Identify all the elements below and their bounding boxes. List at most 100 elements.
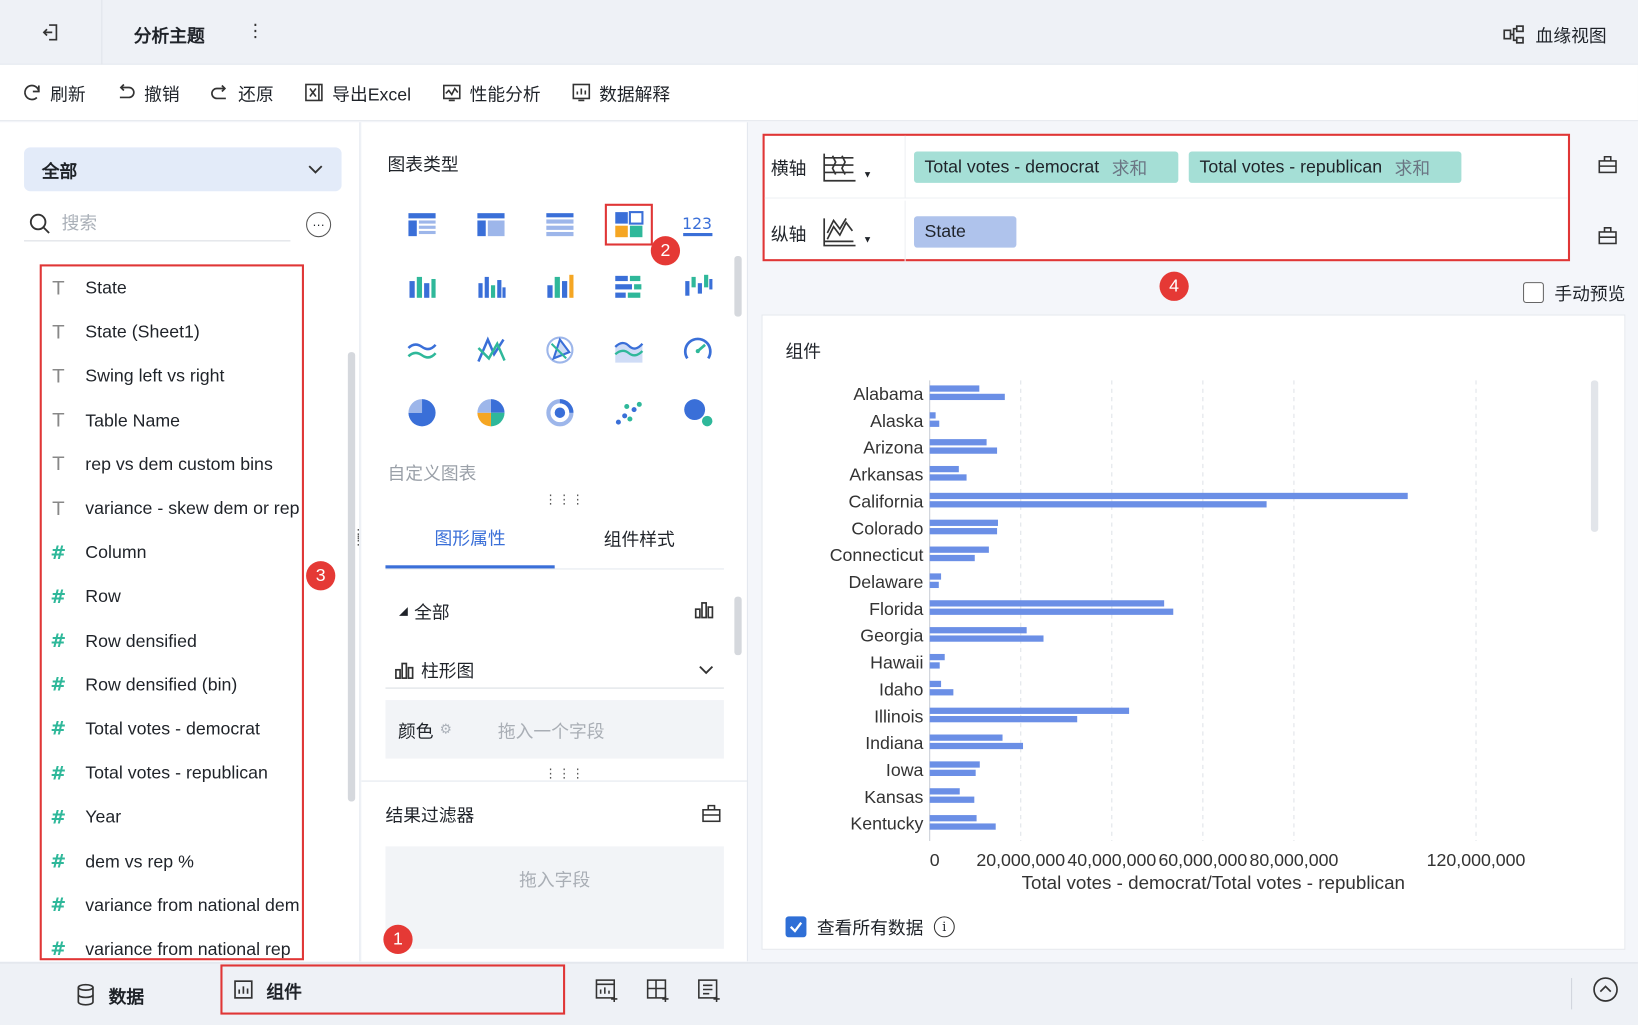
field-item[interactable]: # Column <box>42 531 302 575</box>
field-item[interactable]: # Year <box>42 795 302 839</box>
chart-type-table[interactable] <box>388 193 457 256</box>
lineage-view-button[interactable]: 血缘视图 <box>1502 21 1607 47</box>
resize-handle-top[interactable]: ⋮⋮⋮ <box>544 493 585 506</box>
field-name: Year <box>85 807 122 827</box>
field-item[interactable]: # Total votes - democrat <box>42 707 302 751</box>
y-field-pill-state[interactable]: State <box>914 216 1017 248</box>
field-name: Swing left vs right <box>85 366 225 387</box>
more-menu-icon[interactable]: ⋮ <box>247 21 265 42</box>
chart-type-range[interactable] <box>663 256 732 319</box>
filter-drop-zone[interactable]: 拖入字段 <box>385 846 724 949</box>
collapse-up-icon[interactable] <box>1592 976 1619 1003</box>
tab-component-style[interactable]: 组件样式 <box>555 507 724 569</box>
text-field-icon: T <box>52 409 65 432</box>
chart-type-gauge[interactable] <box>663 319 732 382</box>
text-field-icon: T <box>52 277 65 300</box>
field-item[interactable]: T Swing left vs right <box>42 355 302 399</box>
search-input[interactable] <box>61 212 271 234</box>
x-axis-type-button[interactable]: ▼ <box>821 151 905 182</box>
bar-chart-small-icon[interactable] <box>694 599 715 625</box>
chart-subtype-select[interactable]: 柱形图 <box>385 651 724 689</box>
data-explain-button[interactable]: 数据解释 <box>570 79 670 105</box>
filter-settings-icon[interactable] <box>701 802 722 828</box>
chart-type-scrollbar[interactable] <box>734 256 742 317</box>
custom-chart-label[interactable]: 自定义图表 <box>388 459 477 485</box>
chart-type-pivot[interactable] <box>456 193 525 256</box>
field-more-icon[interactable]: ··· <box>306 212 332 238</box>
x-field-pill-democrat[interactable]: Total votes - democrat 求和 <box>914 150 1179 183</box>
redo-button[interactable]: 还原 <box>209 79 274 105</box>
chart-type-line[interactable] <box>388 319 457 382</box>
chart-type-pie[interactable] <box>388 381 457 444</box>
export-excel-button[interactable]: 导出Excel <box>303 79 411 105</box>
category-select[interactable]: 全部 <box>24 147 342 192</box>
view-all-data-toggle[interactable]: 查看所有数据 i <box>785 913 955 939</box>
performance-label: 性能分析 <box>469 84 541 105</box>
field-item[interactable]: T State <box>42 266 302 310</box>
chart-type-grouped-bar[interactable] <box>388 256 457 319</box>
color-label: 颜色 <box>397 721 434 742</box>
chart-type-detail-table[interactable] <box>525 193 594 256</box>
field-item[interactable]: # Row densified <box>42 619 302 663</box>
add-filter-component-icon[interactable] <box>645 977 672 1004</box>
field-item[interactable]: # dem vs rep % <box>42 840 302 884</box>
tab-graph-properties[interactable]: 图形属性 <box>385 507 555 569</box>
chart-type-multi-pie[interactable] <box>456 381 525 444</box>
x-axis-settings-icon[interactable] <box>1592 133 1623 196</box>
property-scrollbar[interactable] <box>734 596 742 656</box>
panel-splitter[interactable]: ⋮ ⋮ <box>352 528 366 547</box>
y-axis-type-button[interactable]: ▼ <box>821 216 905 247</box>
property-all-toggle[interactable]: ◢ 全部 <box>399 598 450 624</box>
refresh-button[interactable]: 刷新 <box>21 79 86 105</box>
manual-preview-toggle[interactable]: 手动预览 <box>1523 279 1625 305</box>
column-chart-icon <box>478 276 506 298</box>
field-list-scrollbar[interactable] <box>347 352 356 802</box>
field-item[interactable]: # Row densified (bin) <box>42 663 302 707</box>
refresh-icon <box>24 84 40 101</box>
bar-republican <box>929 689 954 696</box>
info-icon[interactable]: i <box>933 915 955 937</box>
field-item[interactable]: # variance from national dem <box>42 884 302 928</box>
x-field-pill-republican[interactable]: Total votes - republican 求和 <box>1189 150 1462 183</box>
chart-type-polar[interactable] <box>525 319 594 382</box>
chart-type-scatter[interactable] <box>594 381 663 444</box>
chart-type-donut[interactable] <box>525 381 594 444</box>
field-item[interactable]: # Total votes - republican <box>42 751 302 795</box>
top-bar: 分析主题 ⋮ 血缘视图 <box>0 0 1638 65</box>
performance-button[interactable]: 性能分析 <box>440 79 541 105</box>
field-item[interactable]: Tvariance - skew dem or rep <box>42 487 302 531</box>
tab-data[interactable]: 数据 <box>75 963 144 1025</box>
chart-type-bar[interactable] <box>594 256 663 319</box>
exit-button[interactable] <box>0 0 103 65</box>
field-name: Total votes - republican <box>85 762 268 783</box>
chart-type-column[interactable] <box>456 256 525 319</box>
view-all-checkbox[interactable] <box>785 915 807 937</box>
category-label: Colorado <box>851 518 923 538</box>
tab-component[interactable]: 组件 <box>220 964 566 1015</box>
field-name: Table Name <box>85 410 181 431</box>
y-axis-row: 纵轴 ▼ State <box>765 200 1568 264</box>
add-table-component-icon[interactable] <box>696 977 723 1004</box>
color-drop-zone[interactable]: 颜色 ⚙ 拖入一个字段 <box>385 700 724 759</box>
undo-button[interactable]: 撤销 <box>115 79 180 105</box>
y-axis-settings-icon[interactable] <box>1592 204 1623 267</box>
data-explain-icon <box>572 83 590 102</box>
text-field-icon: T <box>52 321 65 344</box>
field-item[interactable]: T Table Name <box>42 399 302 443</box>
field-item[interactable]: # variance from national rep <box>42 928 302 958</box>
chevron-down-icon <box>699 665 714 674</box>
field-item[interactable]: Trep vs dem custom bins <box>42 443 302 487</box>
chart-type-multi-column[interactable] <box>525 256 594 319</box>
manual-preview-checkbox[interactable] <box>1523 281 1544 303</box>
add-chart-component-icon[interactable] <box>593 977 620 1004</box>
numeric-field-icon: # <box>50 850 67 873</box>
chart-type-bubble[interactable] <box>663 381 732 444</box>
caret-down-icon: ▼ <box>862 168 873 180</box>
field-item[interactable]: # Row <box>42 575 302 619</box>
chart-type-radar[interactable] <box>456 319 525 382</box>
chart-type-area[interactable] <box>594 319 663 382</box>
resize-handle-bottom[interactable]: ⋮⋮⋮ <box>544 767 585 780</box>
field-item[interactable]: T State (Sheet1) <box>42 311 302 355</box>
chart-subtype-label: 柱形图 <box>420 661 475 682</box>
field-name: Row densified (bin) <box>85 674 238 695</box>
